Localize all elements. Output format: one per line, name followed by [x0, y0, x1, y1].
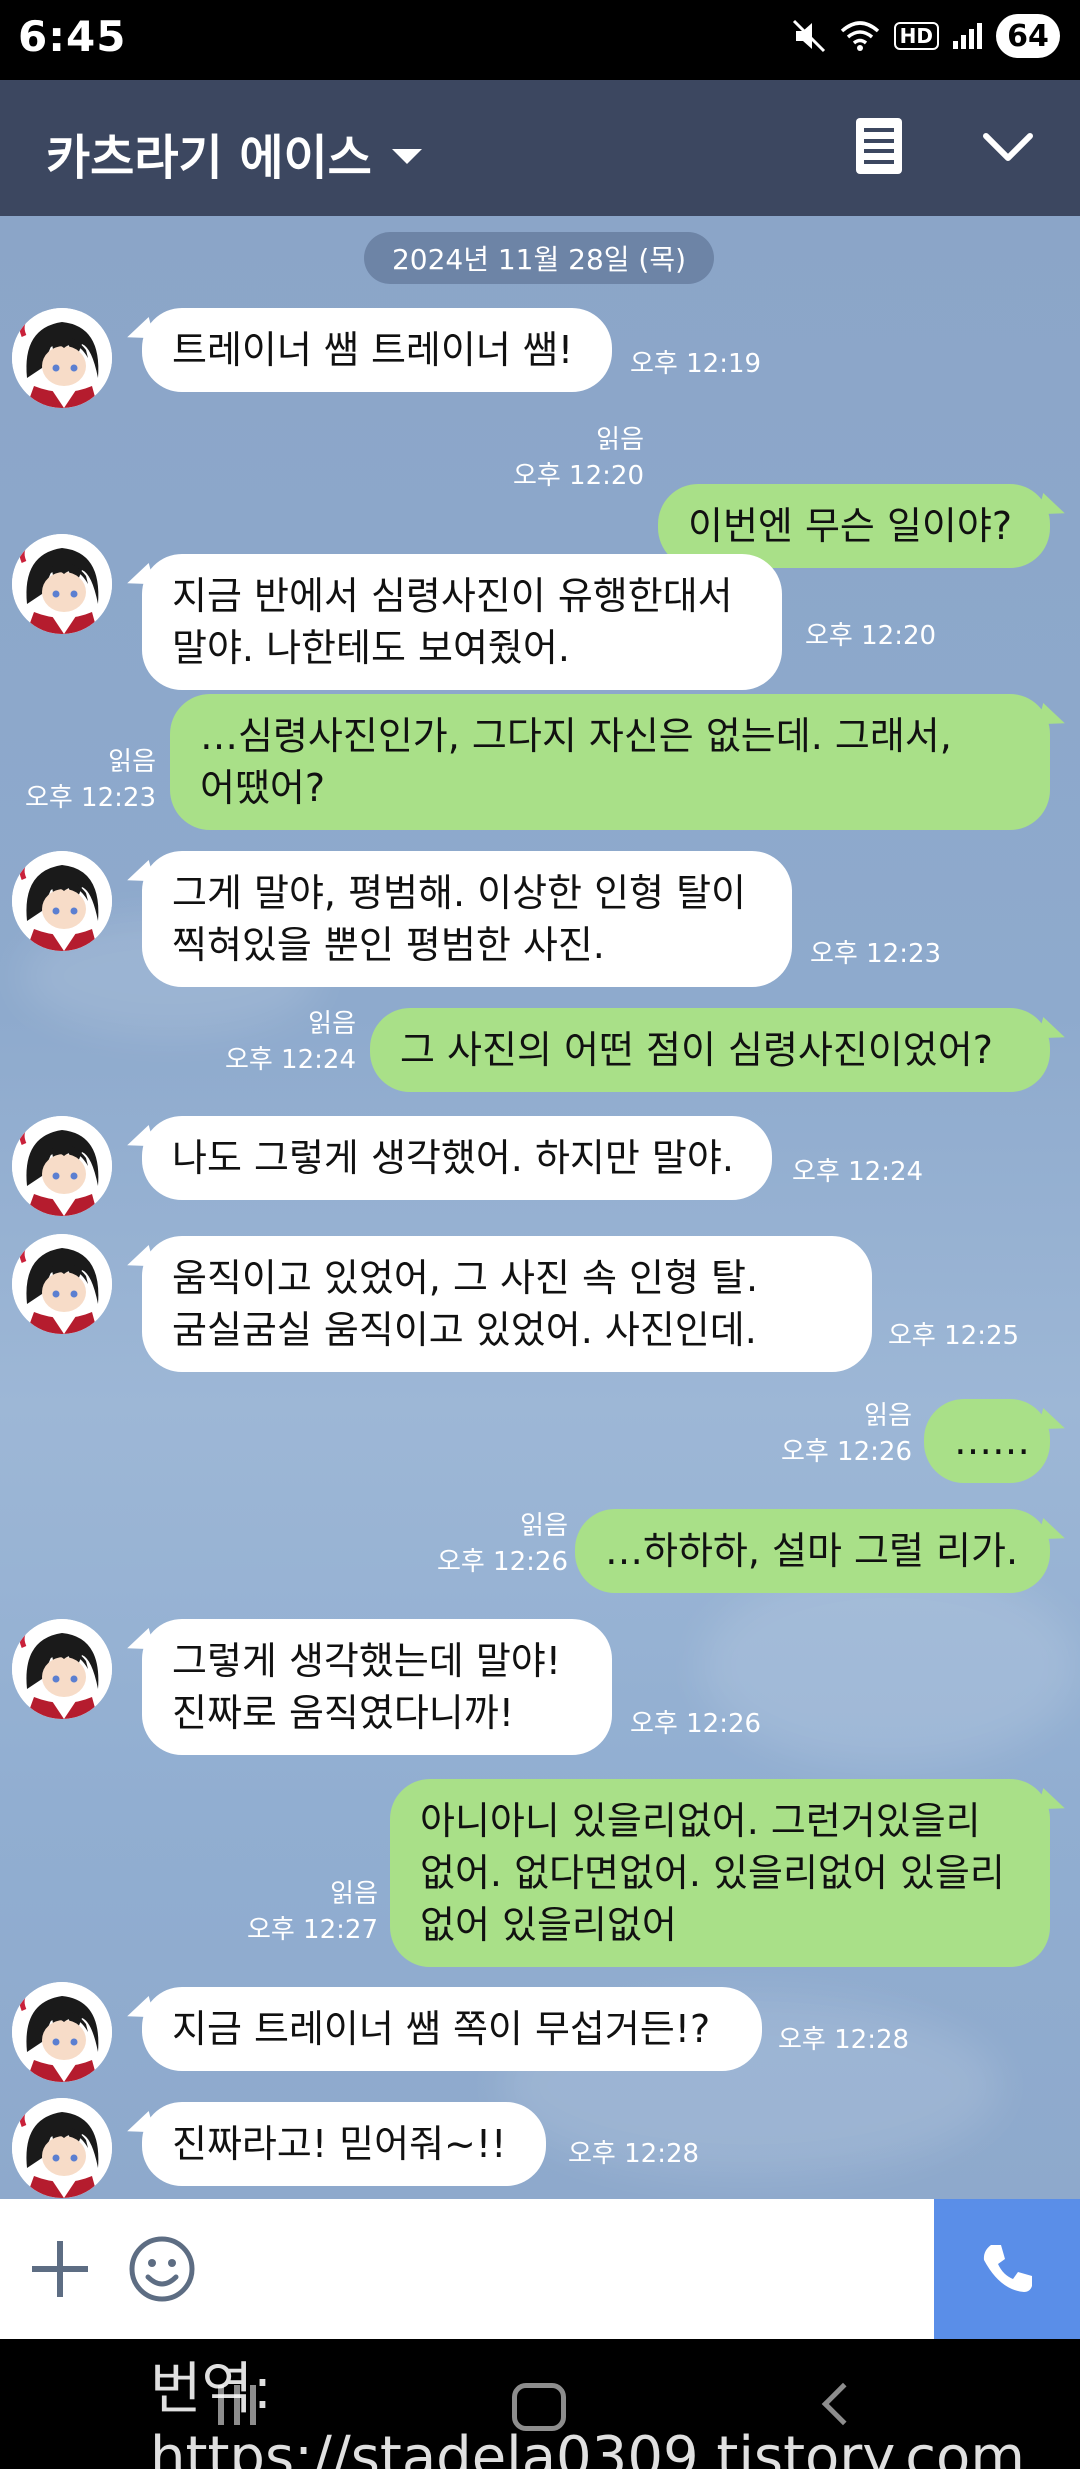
input-bar [0, 2199, 1080, 2339]
plus-icon[interactable] [32, 2241, 88, 2297]
read-receipt: 읽음 [330, 1879, 378, 1909]
message-meta: 읽음오후 12:23 [25, 744, 156, 816]
room-title: 카츠라기 에이스 [46, 130, 372, 186]
message-time: 오후 12:19 [630, 349, 762, 379]
chat-header: 카츠라기 에이스 [0, 80, 1080, 216]
message-meta: 오후 12:23 [810, 936, 941, 972]
incoming-message-bubble[interactable]: 트레이너 쌤 트레이너 쌤! [142, 308, 612, 392]
notes-icon[interactable] [856, 118, 902, 174]
message-text-line: 그렇게 생각했는데 말야! [172, 1639, 561, 1683]
translator-watermark: 번역: https://stadela0309.tistory.com [150, 2357, 1025, 2469]
message-time: 오후 12:23 [24, 783, 156, 813]
message-text-line: 트레이너 쌤 트레이너 쌤! [172, 328, 574, 372]
outgoing-message-bubble[interactable]: 아니아니 있을리없어. 그런거있을리없어. 없다면없어. 있을리없어 있을리없어… [390, 1779, 1050, 1967]
room-title-dropdown[interactable]: 카츠라기 에이스 [46, 118, 422, 188]
incoming-message-bubble[interactable]: 나도 그렇게 생각했어. 하지만 말야. [142, 1116, 772, 1200]
message-text-line: …… [954, 1419, 1030, 1463]
message-text-line: 굼실굼실 움직이고 있었어. 사진인데. [172, 1308, 757, 1352]
message-meta: 읽음오후 12:24 [225, 1006, 356, 1078]
wifi-icon [840, 21, 879, 51]
read-receipt: 읽음 [864, 1401, 912, 1431]
chat-area[interactable]: 2024년 11월 28일 (목) 트레이너 쌤 트레이너 쌤! 오후 12:19… [0, 216, 1080, 2199]
message-meta: 오후 12:26 [630, 1706, 761, 1742]
outgoing-message-bubble[interactable]: 그 사진의 어떤 점이 심령사진이었어? [370, 1008, 1050, 1092]
message-meta: 오후 12:25 [888, 1318, 1019, 1354]
outgoing-message-bubble[interactable]: …… [924, 1399, 1050, 1483]
incoming-message-bubble[interactable]: 움직이고 있었어, 그 사진 속 인형 탈. 굼실굼실 움직이고 있었어. 사진인… [142, 1236, 872, 1372]
message-time: 오후 12:20 [805, 621, 937, 651]
message-meta: 읽음오후 12:26 [437, 1508, 568, 1580]
incoming-message-bubble[interactable]: 그렇게 생각했는데 말야! 진짜로 움직였다니까! [142, 1619, 612, 1755]
message-time: 오후 12:26 [630, 1709, 762, 1739]
message-time: 오후 12:27 [246, 1915, 378, 1945]
message-meta: 오후 12:20 [805, 618, 936, 654]
message-text-line: 진짜라고! 믿어줘~!! [172, 2122, 507, 2166]
message-meta: 오후 12:19 [630, 346, 761, 382]
emoji-icon[interactable] [128, 2235, 196, 2303]
sender-avatar[interactable] [12, 308, 112, 408]
message-text-line: …하하하, 설마 그럴 리가. [605, 1529, 1019, 1573]
message-time: 오후 12:20 [512, 461, 644, 491]
status-bar: 6:45 HD 64 [0, 0, 1080, 80]
sender-avatar[interactable] [12, 1234, 112, 1334]
message-text-line: 지금 트레이너 쌤 쪽이 무섭거든!? [172, 2007, 711, 2051]
caret-down-icon [391, 148, 422, 164]
incoming-message-bubble[interactable]: 진짜라고! 믿어줘~!! [142, 2102, 546, 2186]
sender-avatar[interactable] [12, 1619, 112, 1719]
message-meta: 오후 12:24 [792, 1154, 923, 1190]
sender-avatar[interactable] [12, 534, 112, 634]
message-text-line: 찍혀있을 뿐인 평범한 사진. [172, 923, 605, 967]
chevron-down-icon[interactable] [980, 120, 1036, 176]
message-meta: 읽음오후 12:20 [513, 422, 644, 494]
message-text-line: 움직이고 있었어, 그 사진 속 인형 탈. [172, 1256, 759, 1300]
message-time: 오후 12:25 [888, 1321, 1020, 1351]
sender-avatar[interactable] [12, 1116, 112, 1216]
read-receipt: 읽음 [108, 747, 156, 777]
message-text-line: 없어. 없다면없어. 있을리없어 있을리 [420, 1851, 1005, 1895]
message-time: 오후 12:26 [436, 1547, 568, 1577]
phone-icon [983, 2245, 1032, 2292]
message-time: 오후 12:24 [224, 1045, 356, 1075]
message-meta: 읽음오후 12:27 [247, 1876, 378, 1948]
incoming-message-bubble[interactable]: 지금 트레이너 쌤 쪽이 무섭거든!? [142, 1987, 762, 2071]
message-text-line: 아니아니 있을리없어. 그런거있을리 [420, 1799, 981, 1843]
message-time: 오후 12:28 [778, 2025, 910, 2055]
message-meta: 읽음오후 12:26 [781, 1398, 912, 1470]
incoming-message-bubble[interactable]: 지금 반에서 심령사진이 유행한대서말야. 나한테도 보여줬어. [142, 554, 782, 690]
incoming-message-bubble[interactable]: 그게 말야, 평범해. 이상한 인형 탈이찍혀있을 뿐인 평범한 사진. [142, 851, 792, 987]
battery-icon: 64 [996, 14, 1060, 58]
message-meta: 오후 12:28 [568, 2136, 699, 2172]
message-text-line: …심령사진인가, 그다지 자신은 없는데. 그래서, [200, 714, 952, 758]
message-text-line: 이번엔 무슨 일이야? [688, 504, 1013, 548]
status-time: 6:45 [18, 12, 127, 61]
message-time: 오후 12:24 [792, 1157, 924, 1187]
sender-avatar[interactable] [12, 851, 112, 951]
hd-badge: HD [893, 22, 939, 50]
message-meta: 오후 12:28 [778, 2022, 909, 2058]
sender-avatar[interactable] [12, 1982, 112, 2082]
message-text-line: 지금 반에서 심령사진이 유행한대서 [172, 574, 733, 618]
message-text-line: 진짜로 움직였다니까! [172, 1691, 514, 1735]
read-receipt: 읽음 [520, 1511, 568, 1541]
message-text-line: 나도 그렇게 생각했어. 하지만 말야. [172, 1136, 734, 1180]
date-separator: 2024년 11월 28일 (목) [364, 232, 714, 284]
message-time: 오후 12:26 [780, 1437, 912, 1467]
message-text-line: 그게 말야, 평범해. 이상한 인형 탈이 [172, 871, 746, 915]
read-receipt: 읽음 [308, 1009, 356, 1039]
message-time: 오후 12:28 [568, 2139, 700, 2169]
outgoing-message-bubble[interactable]: …심령사진인가, 그다지 자신은 없는데. 그래서, 어땠어? [170, 694, 1050, 830]
message-text-line: 없어 있을리없어 [420, 1903, 677, 1947]
message-time: 오후 12:23 [810, 939, 942, 969]
read-receipt: 읽음 [596, 425, 644, 455]
status-icons: HD 64 [792, 14, 1060, 58]
call-button[interactable] [934, 2199, 1080, 2339]
message-text-line: 그 사진의 어떤 점이 심령사진이었어? [400, 1028, 993, 1072]
outgoing-message-bubble[interactable]: …하하하, 설마 그럴 리가. [575, 1509, 1050, 1593]
signal-icon [953, 23, 982, 49]
sender-avatar[interactable] [12, 2098, 112, 2198]
message-text-line: 말야. 나한테도 보여줬어. [172, 626, 570, 670]
mute-icon [792, 19, 825, 53]
message-text-line: 어땠어? [200, 766, 326, 810]
